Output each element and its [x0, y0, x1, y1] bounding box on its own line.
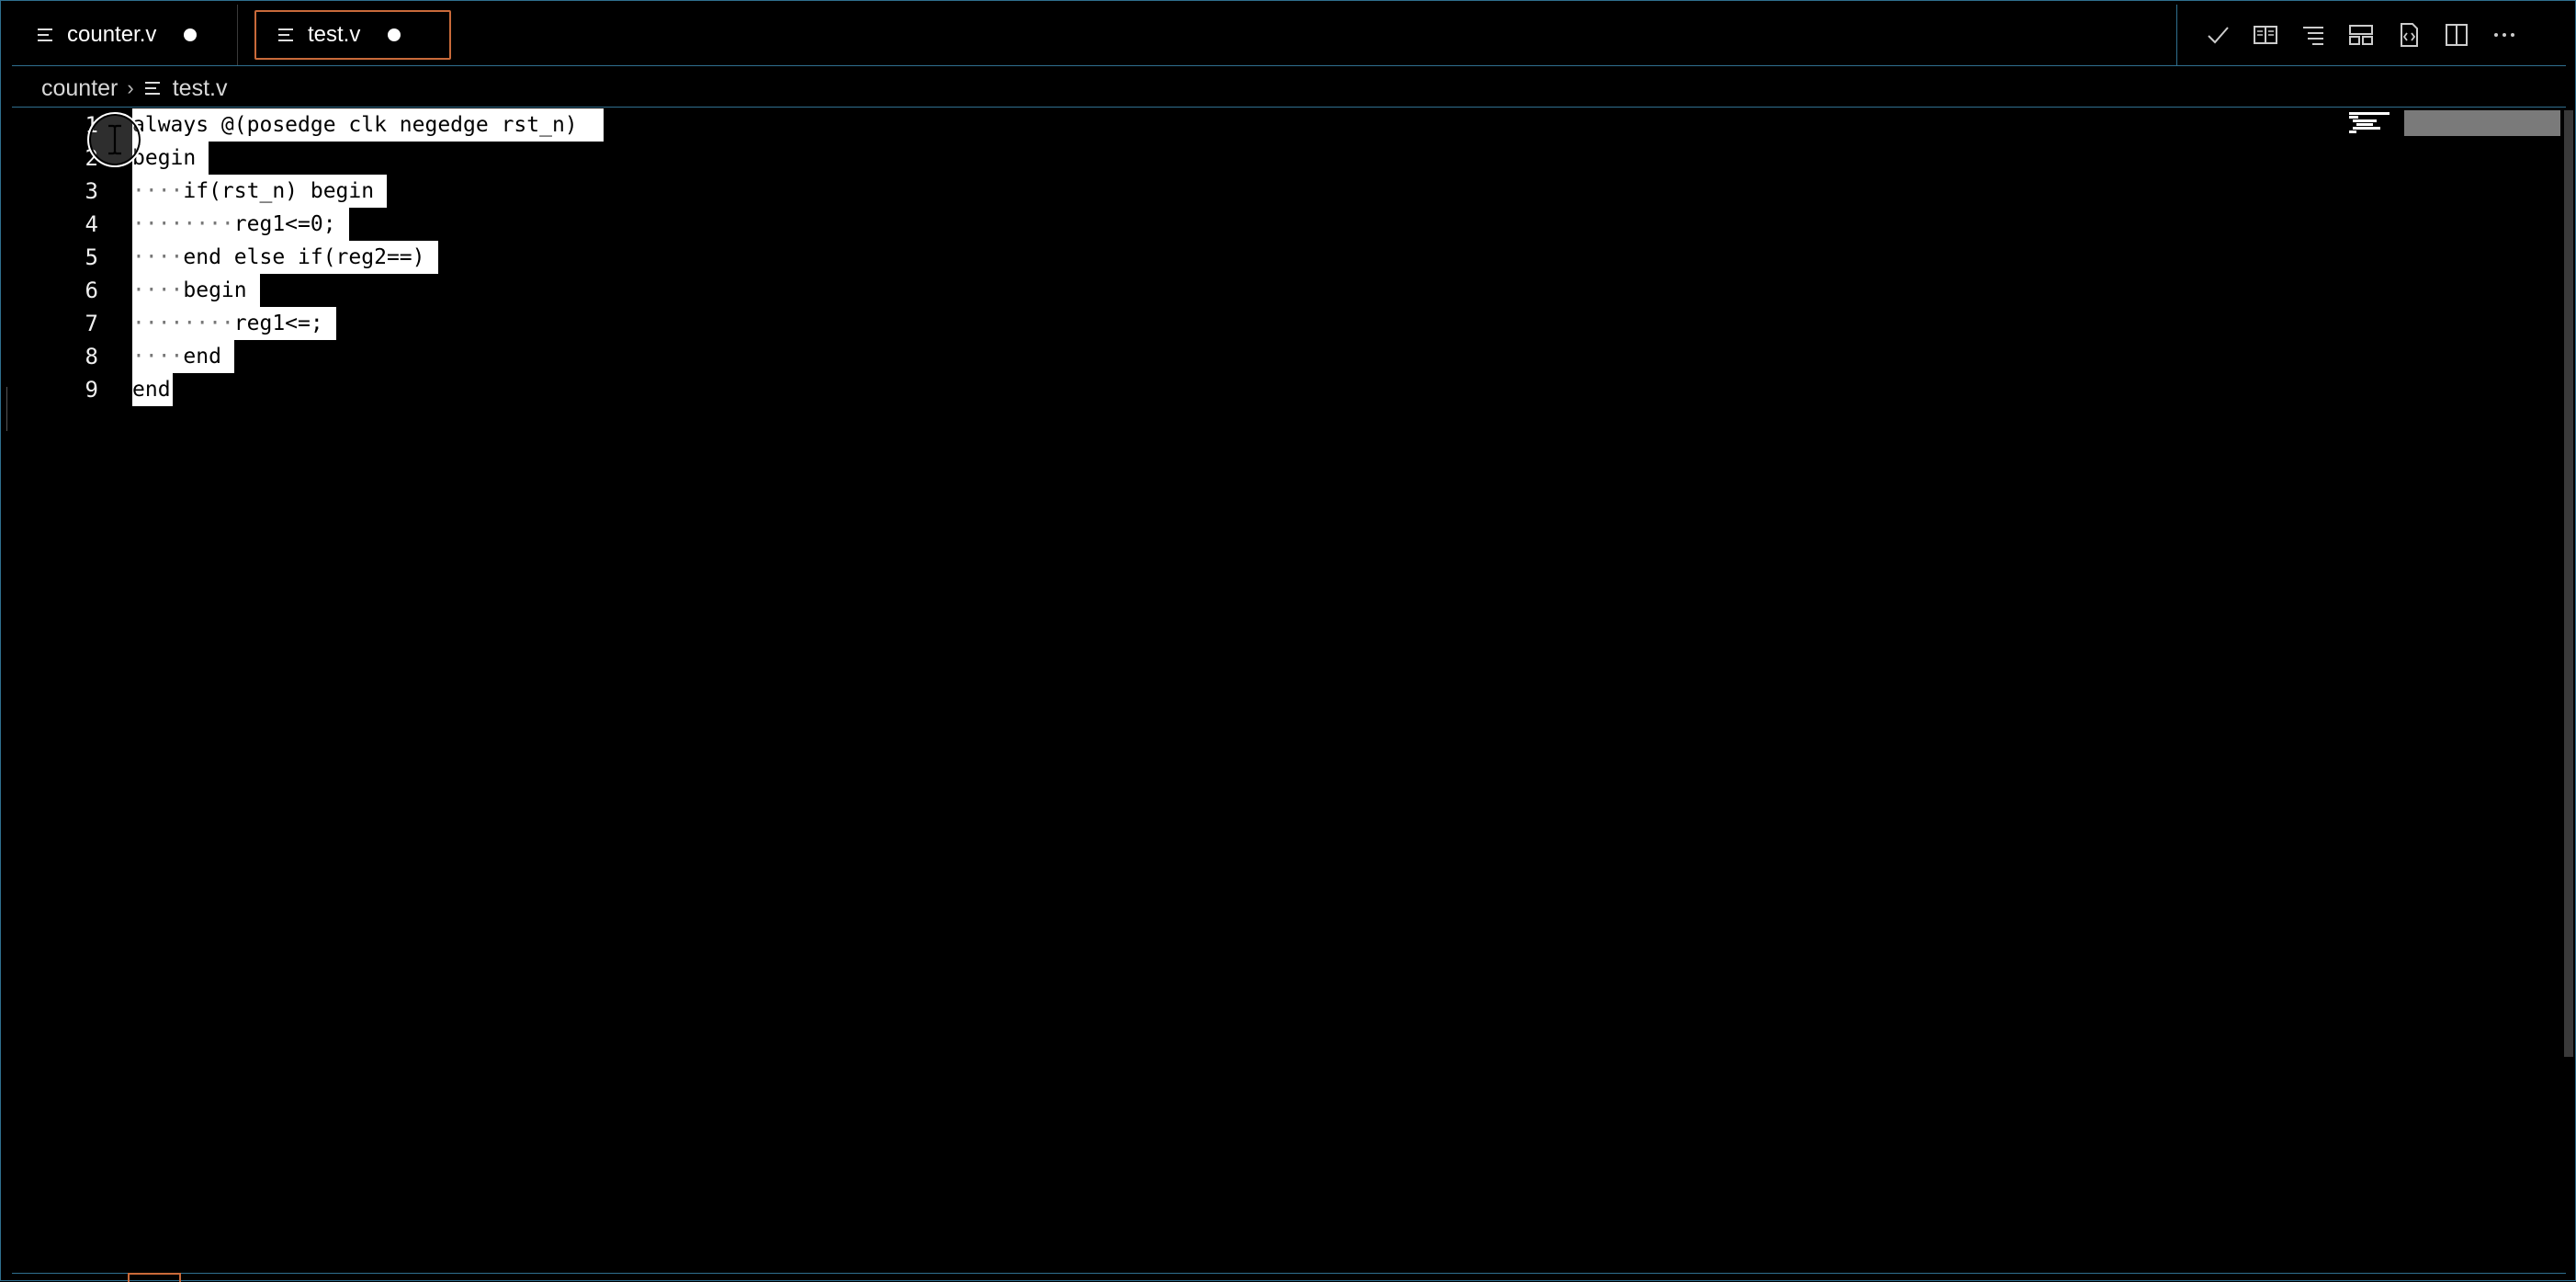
code-indent: ····	[132, 345, 184, 369]
code-text: always @(posedge clk negedge rst_n)	[132, 113, 591, 137]
open-preview-button[interactable]	[2242, 11, 2289, 59]
code-text: end	[132, 378, 171, 402]
minimap-line	[2349, 116, 2358, 119]
file-lines-icon	[38, 28, 52, 41]
minimap-line	[2353, 119, 2377, 122]
tab-test-v[interactable]: test.v	[254, 10, 451, 60]
line-number: 5	[85, 244, 98, 270]
check-icon	[2208, 27, 2229, 44]
line-number: 8	[85, 344, 98, 369]
code-line[interactable]: ····if(rst_n) begin	[132, 175, 388, 208]
code-line[interactable]: ········reg1<=;	[132, 307, 336, 340]
more-actions-button[interactable]	[2480, 11, 2528, 59]
outline-button[interactable]	[2289, 11, 2337, 59]
breadcrumb-folder[interactable]: counter	[41, 75, 118, 102]
vertical-scrollbar[interactable]	[2564, 110, 2573, 1057]
code-line[interactable]: begin	[132, 142, 209, 175]
check-button[interactable]	[2194, 11, 2242, 59]
minimap-line	[2349, 130, 2356, 133]
line-number: 3	[85, 178, 98, 204]
file-lines-icon	[278, 28, 293, 41]
panel-divider	[12, 1273, 2566, 1274]
code-line[interactable]: ····begin	[132, 274, 260, 307]
code-view-icon	[2401, 23, 2418, 47]
code-text: begin	[183, 278, 247, 302]
breadcrumb: counter › test.v	[41, 71, 227, 106]
open-preview-icon	[2254, 26, 2277, 44]
breadcrumb-file[interactable]: test.v	[173, 75, 228, 102]
layout-icon	[2349, 25, 2373, 45]
code-line[interactable]: end	[132, 373, 173, 406]
tab-bar: counter.v test.v	[12, 5, 2566, 66]
tab-label: counter.v	[67, 22, 157, 47]
more-actions-icon	[2494, 33, 2514, 37]
minimap-slider[interactable]	[2404, 110, 2560, 136]
code-text: begin	[132, 146, 197, 170]
code-line[interactable]: always @(posedge clk negedge rst_n)	[132, 108, 604, 142]
code-indent: ····	[132, 179, 184, 203]
line-number: 9	[85, 377, 98, 403]
code-indent: ····	[132, 278, 184, 302]
line-number: 7	[85, 311, 98, 336]
outline-icon	[2303, 27, 2323, 45]
code-line[interactable]: ····end else if(reg2==)	[132, 241, 438, 274]
sash-handle[interactable]	[1, 387, 7, 431]
minimap[interactable]	[2340, 108, 2564, 142]
code-indent: ········	[132, 312, 234, 335]
minimap-line	[2353, 127, 2380, 130]
code-text: end else if(reg2==)	[183, 245, 425, 269]
code-indent: ········	[132, 212, 234, 236]
code-text: if(rst_n) begin	[183, 179, 375, 203]
unsaved-dot-icon[interactable]	[184, 28, 198, 41]
editor-actions	[2176, 5, 2566, 65]
editor-window: counter.v test.v counter › test.v 1 2 3 …	[0, 0, 2576, 1282]
minimap-line	[2356, 123, 2373, 126]
tab-label: test.v	[308, 22, 361, 47]
split-editor-button[interactable]	[2433, 11, 2480, 59]
tab-counter-v[interactable]: counter.v	[12, 5, 238, 65]
code-view-button[interactable]	[2385, 11, 2433, 59]
ibeam-icon	[108, 124, 121, 155]
code-editor[interactable]: 1 2 3 4 5 6 7 8 9 always @(posedge clk n…	[12, 108, 2573, 1274]
split-editor-icon	[2446, 24, 2468, 46]
line-number: 4	[85, 211, 98, 237]
chevron-right-icon: ›	[127, 76, 134, 99]
code-text: reg1<=;	[233, 312, 323, 335]
line-number: 6	[85, 278, 98, 303]
editor-divider	[12, 107, 2566, 108]
tab-bar-spacer	[460, 5, 2176, 65]
code-line[interactable]: ····end	[132, 340, 234, 373]
file-lines-icon	[144, 82, 160, 95]
code-indent: ····	[132, 245, 184, 269]
text-cursor-icon	[87, 112, 142, 167]
code-line[interactable]: ········reg1<=0;	[132, 208, 349, 241]
minimap-line	[2349, 112, 2390, 115]
layout-button[interactable]	[2337, 11, 2385, 59]
code-text: reg1<=0;	[233, 212, 336, 236]
code-text: end	[183, 345, 221, 369]
unsaved-dot-icon[interactable]	[388, 28, 401, 41]
